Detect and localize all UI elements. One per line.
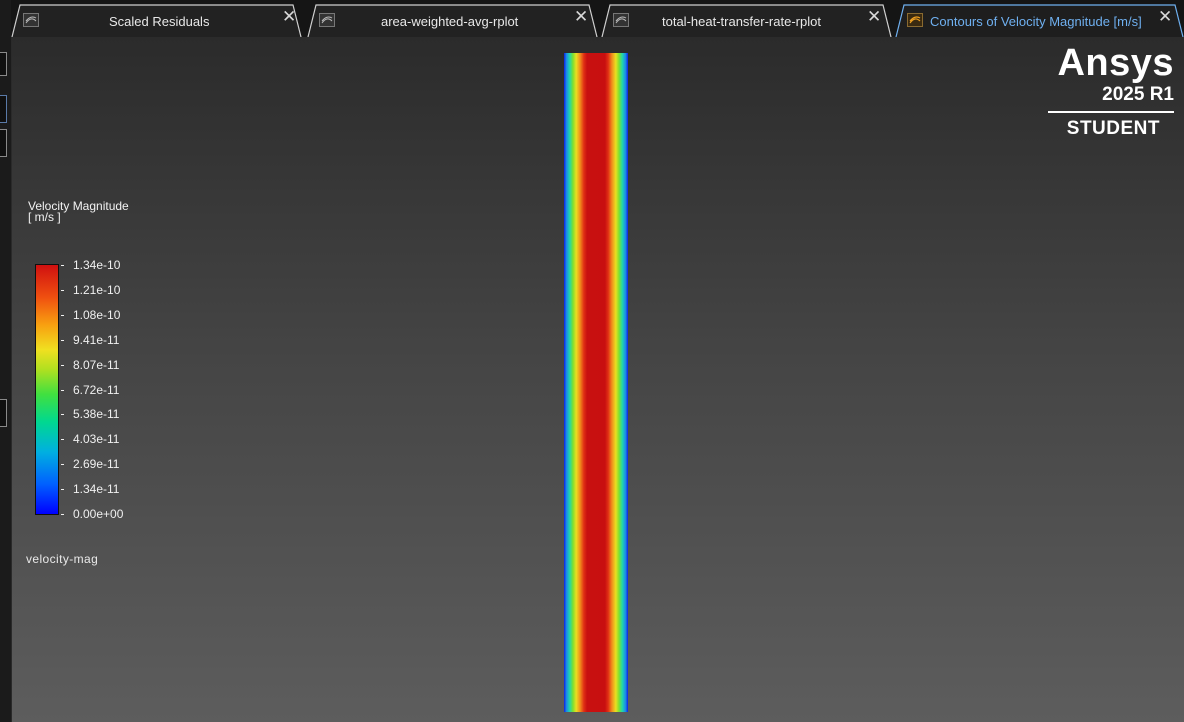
graphics-tab-bar: Scaled Residuals ✕ area-weighted-avg-rpl… (11, 0, 1184, 37)
colorbar-tick-label: 0.00e+00 (73, 507, 124, 521)
colorbar-tick-mark (61, 414, 64, 416)
colorbar-tick-mark (61, 439, 64, 441)
panel-field[interactable] (0, 52, 7, 76)
logo-brand: Ansys (1057, 42, 1174, 84)
tab-label: area-weighted-avg-rplot (381, 14, 519, 29)
tab-total-heat-transfer-rate-rplot[interactable]: total-heat-transfer-rate-rplot ✕ (601, 4, 894, 37)
legend-title-units: [ m/s ] (28, 210, 61, 224)
colorbar-tick-label: 9.41e-11 (73, 332, 120, 347)
logo-divider (1048, 111, 1174, 113)
tab-scaled-residuals[interactable]: Scaled Residuals ✕ (11, 4, 306, 37)
plot-icon (23, 13, 39, 27)
ansys-logo: Ansys 2025 R1 STUDENT (1014, 42, 1174, 139)
tab-label: Contours of Velocity Magnitude [m/s] (930, 14, 1142, 29)
colorbar-tick-mark (61, 389, 64, 391)
colorbar-tick-label: 1.34e-11 (73, 482, 120, 497)
close-icon[interactable]: ✕ (1158, 8, 1172, 25)
left-panel-edge (0, 0, 12, 722)
colorbar-tick-mark (61, 364, 64, 366)
colorbar-tick-label: 1.08e-10 (73, 307, 121, 322)
legend-title: Velocity Magnitude [ m/s ] (28, 200, 129, 224)
colorbar-tick-mark (61, 314, 64, 316)
colorbar-tick-label: 1.34e-10 (73, 258, 121, 272)
panel-field[interactable] (0, 95, 7, 123)
colorbar-tick-mark (61, 489, 64, 491)
tab-label: total-heat-transfer-rate-rplot (662, 14, 821, 29)
plot-icon (613, 13, 629, 27)
panel-field[interactable] (0, 399, 7, 427)
legend-variable-name: velocity-mag (26, 552, 99, 566)
close-icon[interactable]: ✕ (282, 8, 296, 25)
colorbar (35, 264, 59, 515)
tab-label: Scaled Residuals (109, 14, 210, 29)
colorbar-tick-mark (61, 464, 64, 466)
graphics-viewport[interactable]: Velocity Magnitude [ m/s ] velocity-mag … (12, 37, 1184, 722)
colorbar-tick-mark (61, 339, 64, 341)
colorbar-tick-label: 5.38e-11 (73, 407, 120, 422)
logo-version: 2025 R1 (1102, 84, 1174, 105)
colorbar-tick-label: 6.72e-11 (73, 382, 120, 397)
panel-field[interactable] (0, 129, 7, 157)
tab-area-weighted-avg-rplot[interactable]: area-weighted-avg-rplot ✕ (307, 4, 600, 37)
colorbar-tick-label: 1.21e-10 (73, 282, 121, 297)
colorbar-tick-mark (61, 289, 64, 291)
contour-plot-channel (564, 53, 628, 712)
logo-edition: STUDENT (1066, 118, 1160, 139)
colorbar-tick-label: 8.07e-11 (73, 357, 120, 372)
close-icon[interactable]: ✕ (867, 8, 881, 25)
colorbar-tick-label: 4.03e-11 (73, 432, 120, 447)
colorbar-tick-label: 2.69e-11 (73, 457, 120, 472)
plot-icon (319, 13, 335, 27)
contour-icon (907, 13, 923, 27)
tab-contours-velocity-magnitude[interactable]: Contours of Velocity Magnitude [m/s] ✕ (895, 4, 1184, 37)
close-icon[interactable]: ✕ (574, 8, 588, 25)
colorbar-tick-mark (61, 514, 64, 515)
colorbar-tick-mark (61, 265, 64, 266)
